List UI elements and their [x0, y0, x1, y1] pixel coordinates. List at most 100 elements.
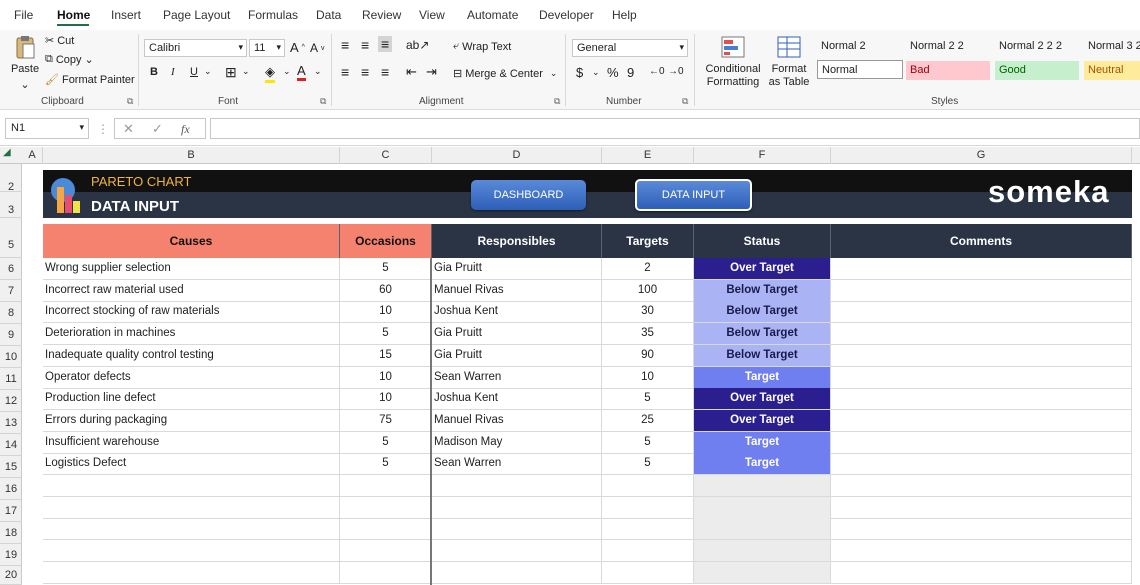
increase-indent-icon[interactable]: ⇥: [426, 64, 437, 80]
empty-cell[interactable]: [694, 475, 831, 497]
cell-resp[interactable]: Gia Pruitt: [432, 323, 602, 346]
cell-resp[interactable]: Sean Warren: [432, 366, 602, 389]
cell-cause[interactable]: Incorrect stocking of raw materials: [43, 301, 340, 324]
empty-cell[interactable]: [602, 540, 694, 563]
cell-comment[interactable]: [831, 344, 1132, 367]
row-header[interactable]: 15: [0, 456, 22, 478]
dialog-launcher-icon[interactable]: ⧉: [320, 96, 326, 107]
row-header[interactable]: 17: [0, 500, 22, 522]
row-header[interactable]: 16: [0, 478, 22, 500]
chevron-down-icon[interactable]: ⌄: [204, 66, 212, 77]
cell-cause[interactable]: Logistics Defect: [43, 453, 340, 476]
cell-target[interactable]: 10: [602, 366, 694, 389]
cell-occ[interactable]: 5: [340, 431, 432, 454]
decrease-font-icon[interactable]: Av: [310, 41, 325, 55]
currency-button[interactable]: $: [576, 65, 583, 80]
cell-target[interactable]: 2: [602, 258, 694, 280]
status-badge[interactable]: Over Target: [694, 258, 831, 280]
empty-cell[interactable]: [694, 496, 831, 519]
align-left-icon[interactable]: ≡: [341, 64, 349, 80]
dialog-launcher-icon[interactable]: ⧉: [554, 96, 560, 107]
cell-resp[interactable]: Sean Warren: [432, 453, 602, 476]
cell-resp[interactable]: Gia Pruitt: [432, 258, 602, 280]
cell-occ[interactable]: 10: [340, 301, 432, 324]
cell-cause[interactable]: Insufficient warehouse: [43, 431, 340, 454]
cell-style-normal-2[interactable]: Normal 2: [817, 37, 905, 56]
menu-developer[interactable]: Developer: [539, 8, 594, 22]
status-badge[interactable]: Over Target: [694, 388, 831, 411]
chevron-down-icon[interactable]: ⌄: [85, 53, 94, 66]
cell-resp[interactable]: Manuel Rivas: [432, 279, 602, 302]
empty-cell[interactable]: [340, 475, 432, 497]
dashboard-button[interactable]: DASHBOARD: [471, 180, 586, 210]
cell-target[interactable]: 30: [602, 301, 694, 324]
cell-target[interactable]: 25: [602, 409, 694, 432]
cancel-icon[interactable]: ✕: [123, 121, 134, 137]
align-right-icon[interactable]: ≡: [381, 64, 389, 80]
cell-cause[interactable]: Deterioration in machines: [43, 323, 340, 346]
row-header[interactable]: 11: [0, 368, 22, 390]
chevron-down-icon[interactable]: ⌄: [242, 66, 250, 77]
cell-comment[interactable]: [831, 431, 1132, 454]
cell-resp[interactable]: Joshua Kent: [432, 388, 602, 411]
cell-comment[interactable]: [831, 561, 1132, 584]
cell-cause[interactable]: Operator defects: [43, 366, 340, 389]
cell-comment[interactable]: [831, 323, 1132, 346]
name-box[interactable]: N1 ▾: [5, 118, 89, 139]
format-painter-button[interactable]: 🖌 Format Painter: [45, 73, 135, 87]
row-header[interactable]: 5: [0, 218, 22, 258]
cell-style-normal-2-2-2[interactable]: Normal 2 2 2: [995, 37, 1083, 56]
status-badge[interactable]: Below Target: [694, 301, 831, 324]
status-badge[interactable]: Below Target: [694, 344, 831, 367]
dialog-launcher-icon[interactable]: ⧉: [682, 96, 688, 107]
cell-resp[interactable]: Joshua Kent: [432, 301, 602, 324]
cell-occ[interactable]: 5: [340, 323, 432, 346]
empty-cell[interactable]: [694, 518, 831, 541]
column-header-f[interactable]: F: [694, 147, 831, 164]
menu-help[interactable]: Help: [612, 8, 637, 22]
cell-comment[interactable]: [831, 475, 1132, 497]
cell-target[interactable]: 35: [602, 323, 694, 346]
row-header[interactable]: 9: [0, 324, 22, 346]
cell-comment[interactable]: [831, 258, 1132, 280]
empty-cell[interactable]: [340, 540, 432, 563]
increase-font-icon[interactable]: A ^: [290, 40, 305, 55]
cell-comment[interactable]: [831, 279, 1132, 302]
cell-comment[interactable]: [831, 540, 1132, 563]
cell-style-good[interactable]: Good: [995, 61, 1079, 80]
row-header[interactable]: 14: [0, 434, 22, 456]
cell-occ[interactable]: 15: [340, 344, 432, 367]
confirm-icon[interactable]: ✓: [152, 121, 163, 137]
status-badge[interactable]: Below Target: [694, 323, 831, 346]
increase-decimal-icon[interactable]: ←0: [649, 66, 665, 77]
cell-resp[interactable]: Gia Pruitt: [432, 344, 602, 367]
empty-cell[interactable]: [43, 496, 340, 519]
cell-comment[interactable]: [831, 453, 1132, 476]
insert-function-button[interactable]: fx: [181, 122, 190, 137]
cell-occ[interactable]: 10: [340, 388, 432, 411]
column-header-g[interactable]: G: [831, 147, 1132, 164]
cell-target[interactable]: 100: [602, 279, 694, 302]
cell-comment[interactable]: [831, 518, 1132, 541]
align-top-icon[interactable]: ≡: [341, 37, 349, 53]
empty-cell[interactable]: [340, 561, 432, 584]
align-center-icon[interactable]: ≡: [361, 64, 369, 80]
chevron-down-icon[interactable]: ⌄: [20, 78, 29, 91]
row-header[interactable]: 18: [0, 522, 22, 544]
column-header-e[interactable]: E: [602, 147, 694, 164]
cell-cause[interactable]: Incorrect raw material used: [43, 279, 340, 302]
row-header[interactable]: 20: [0, 566, 22, 585]
underline-button[interactable]: U: [190, 66, 198, 78]
empty-cell[interactable]: [432, 496, 602, 519]
empty-cell[interactable]: [432, 475, 602, 497]
cell-style-normal-3-2[interactable]: Normal 3 2: [1084, 37, 1140, 56]
status-badge[interactable]: Target: [694, 366, 831, 389]
row-header[interactable]: 7: [0, 280, 22, 302]
cell-resp[interactable]: Madison May: [432, 431, 602, 454]
empty-cell[interactable]: [43, 540, 340, 563]
copy-button[interactable]: ⧉ Copy ⌄: [45, 53, 94, 66]
chevron-down-icon[interactable]: ⌄: [592, 67, 600, 78]
orientation-icon[interactable]: ab↗: [406, 38, 429, 52]
cell-occ[interactable]: 5: [340, 453, 432, 476]
cell-occ[interactable]: 5: [340, 258, 432, 280]
